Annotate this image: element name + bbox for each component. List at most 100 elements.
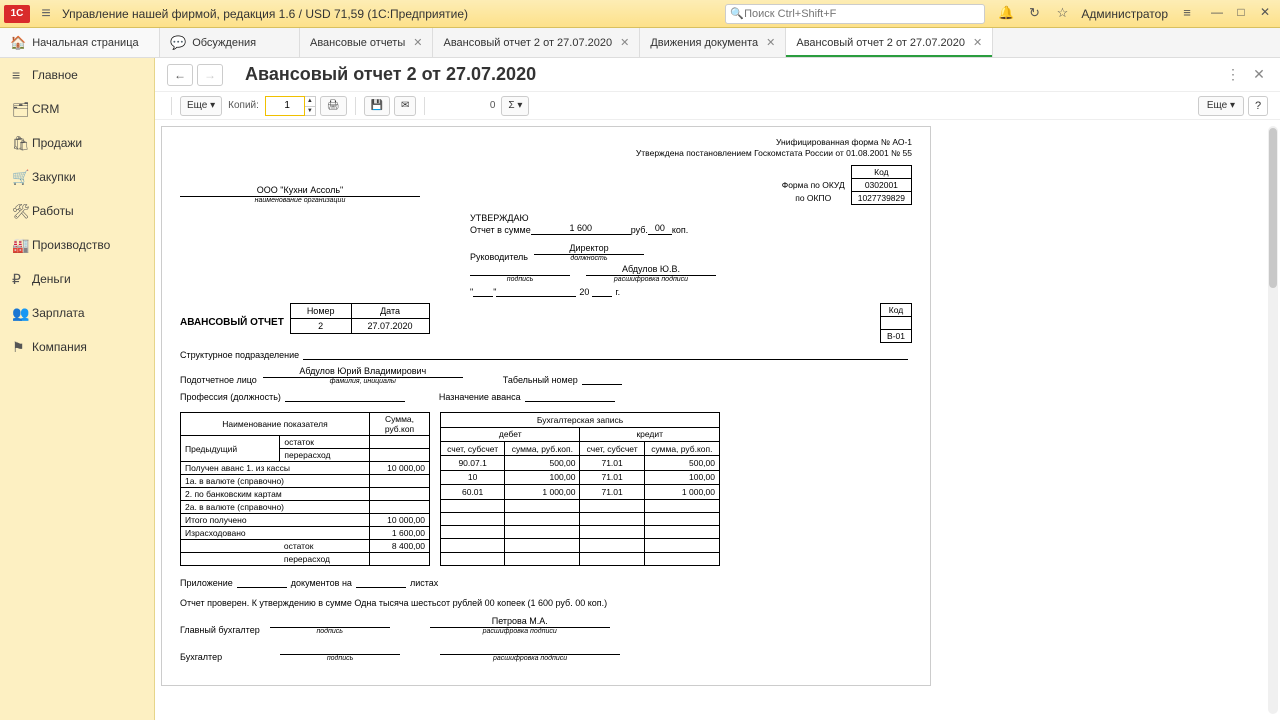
okpo-value: 1027739829: [851, 192, 911, 205]
lt-r1b: остаток: [280, 436, 370, 449]
sidebar-label: Зарплата: [32, 306, 85, 320]
home-tab[interactable]: 🏠 Начальная страница: [0, 28, 160, 57]
purpose-val: [525, 391, 615, 402]
person-sub: фамилия, инициалы: [263, 378, 463, 385]
sidebar-item-main[interactable]: ≡Главное: [0, 58, 154, 92]
logo-1c: 1C: [4, 5, 30, 23]
date-val: 27.07.2020: [351, 319, 429, 334]
nav-forward[interactable]: →: [197, 64, 223, 86]
acc-label: Бухгалтер: [180, 652, 222, 662]
lt-r9: остаток: [280, 540, 370, 553]
struct-label: Структурное подразделение: [180, 350, 299, 360]
sidebar-item-production[interactable]: 🏭Производство: [0, 228, 154, 262]
c: 500,00: [505, 456, 580, 470]
rt-s1: сумма, руб.коп.: [505, 441, 580, 455]
tab-item[interactable]: Движения документа ✕: [640, 28, 786, 57]
main-menu-icon[interactable]: ≡: [36, 5, 56, 23]
doc-title: Авансовый отчет 2 от 27.07.2020: [245, 64, 536, 85]
more-right-button[interactable]: Еще ▾: [1198, 96, 1244, 116]
sales-icon: 🛍: [12, 135, 32, 152]
lt-r3: Получен аванс 1. из кассы: [181, 462, 370, 475]
search-input[interactable]: [744, 8, 980, 20]
tab-item[interactable]: Авансовые отчеты ✕: [300, 28, 433, 57]
tabs-bar: 🏠 Начальная страница 💬 Обсуждения Авансо…: [0, 28, 1280, 58]
tab-label: Авансовые отчеты: [310, 37, 405, 49]
attach-label: Приложение: [180, 578, 233, 588]
chat-icon: 💬: [170, 35, 186, 51]
lt-r8: Израсходовано: [181, 527, 370, 540]
sidebar-item-money[interactable]: ₽Деньги: [0, 262, 154, 296]
tab-item-active[interactable]: Авансовый отчет 2 от 27.07.2020 ✕: [786, 28, 993, 57]
sidebar-item-company[interactable]: ⚑Компания: [0, 330, 154, 364]
home-icon: 🏠: [10, 35, 26, 51]
sidebar-label: CRM: [32, 102, 59, 116]
sidebar: ≡Главное 🗂CRM 🛍Продажи 🛒Закупки 🛠Работы …: [0, 58, 155, 720]
form-approved: Утверждена постановлением Госкомстата Ро…: [180, 148, 912, 159]
spinner-down[interactable]: ▼: [305, 107, 315, 116]
scrollbar-thumb[interactable]: [1269, 128, 1277, 288]
ruble-icon: ₽: [12, 271, 32, 288]
lt-r8v: 1 600,00: [370, 527, 430, 540]
maximize-button[interactable]: □: [1230, 5, 1252, 23]
n: расшифровка подписи: [430, 628, 610, 635]
lt-r1a: Предыдущий: [181, 436, 280, 462]
factory-icon: 🏭: [12, 237, 32, 254]
help-button[interactable]: ?: [1248, 96, 1268, 116]
sidebar-item-salary[interactable]: 👥Зарплата: [0, 296, 154, 330]
rt-s2: сумма, руб.коп.: [644, 441, 719, 455]
user-name[interactable]: Администратор: [1081, 7, 1168, 21]
save-button[interactable]: 💾: [364, 96, 390, 116]
sidebar-item-sales[interactable]: 🛍Продажи: [0, 126, 154, 160]
c: 100,00: [644, 470, 719, 484]
purpose-label: Назначение аванса: [439, 392, 521, 402]
close-icon[interactable]: ✕: [973, 36, 982, 49]
bell-icon[interactable]: 🔔: [997, 5, 1015, 23]
name-sub: расшифровка подписи: [586, 276, 716, 283]
nav-back[interactable]: ←: [167, 64, 193, 86]
minimize-button[interactable]: —: [1206, 5, 1228, 23]
close-icon[interactable]: ✕: [766, 36, 775, 49]
tab-item[interactable]: Авансовый отчет 2 от 27.07.2020 ✕: [433, 28, 640, 57]
s2: подпись: [280, 655, 400, 662]
approve-label: УТВЕРЖДАЮ: [470, 213, 912, 223]
close-button[interactable]: ✕: [1254, 5, 1276, 23]
settings-icon[interactable]: ≡: [1178, 5, 1196, 23]
kebab-icon[interactable]: ⋮: [1224, 66, 1242, 84]
person-name: Абдулов Юрий Владимирович: [263, 366, 463, 378]
okpo-label: по ОКПО: [776, 192, 851, 205]
mail-button[interactable]: ✉: [394, 96, 416, 116]
document-viewport[interactable]: Унифицированная форма № АО-1 Утверждена …: [155, 120, 1280, 720]
copies-input[interactable]: [265, 96, 305, 116]
history-icon[interactable]: ↻: [1025, 5, 1043, 23]
sigma-button[interactable]: Σ ▾: [501, 96, 529, 116]
sidebar-item-crm[interactable]: 🗂CRM: [0, 92, 154, 126]
spinner-up[interactable]: ▲: [305, 97, 315, 107]
lt-r7: Итого получено: [181, 514, 370, 527]
cart-icon: 🛒: [12, 169, 32, 186]
code-header: Код: [851, 166, 911, 179]
c: 10: [441, 470, 505, 484]
code-hdr2: Код: [881, 304, 912, 317]
num-hdr: Номер: [290, 304, 351, 319]
sidebar-item-works[interactable]: 🛠Работы: [0, 194, 154, 228]
print-button[interactable]: 🖨: [320, 96, 347, 116]
scrollbar-vertical[interactable]: [1268, 126, 1278, 714]
close-doc-icon[interactable]: ✕: [1250, 66, 1268, 84]
star-icon[interactable]: ☆: [1053, 5, 1071, 23]
tabnum-line: [582, 374, 622, 385]
lt-h2: Сумма, руб.коп: [370, 413, 430, 436]
okud-value: 0302001: [851, 179, 911, 192]
sidebar-label: Деньги: [32, 272, 71, 286]
close-icon[interactable]: ✕: [620, 36, 629, 49]
year-blank: [592, 285, 612, 297]
date-hdr: Дата: [351, 304, 429, 319]
sidebar-item-purchases[interactable]: 🛒Закупки: [0, 160, 154, 194]
c: 71.01: [580, 485, 644, 499]
tab-label: Авансовый отчет 2 от 27.07.2020: [796, 37, 965, 49]
more-button[interactable]: Еще ▾: [180, 96, 222, 116]
discussions-tab[interactable]: 💬 Обсуждения: [160, 28, 300, 57]
lt-r2b: перерасход: [280, 449, 370, 462]
close-icon[interactable]: ✕: [413, 36, 422, 49]
search-icon: 🔍: [730, 7, 744, 20]
global-search[interactable]: 🔍: [725, 4, 985, 24]
